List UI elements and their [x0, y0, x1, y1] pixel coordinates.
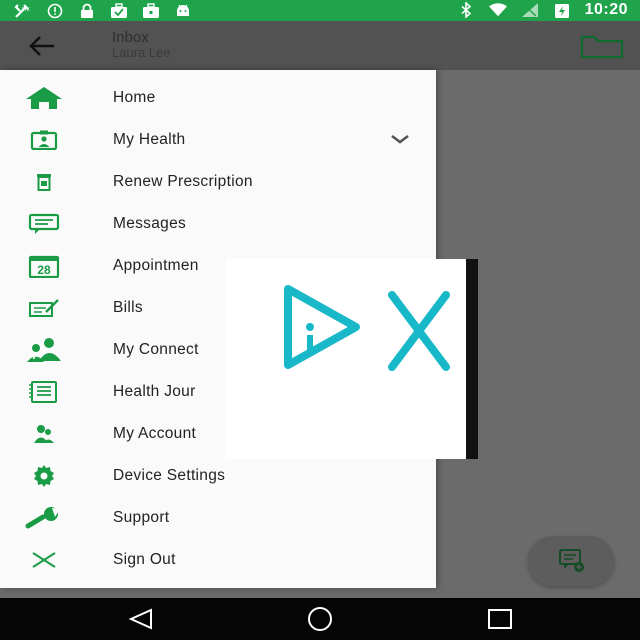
- svg-text:28: 28: [37, 263, 51, 277]
- menu-item-sign-out[interactable]: Sign Out: [0, 539, 436, 581]
- menu-item-label: Health Jour: [113, 383, 196, 400]
- lock-icon: [78, 2, 96, 19]
- health-id-icon: [22, 126, 66, 154]
- app-toolbar: Inbox Laura Lee: [0, 21, 640, 70]
- page-subtitle: Laura Lee: [112, 45, 171, 60]
- folder-icon[interactable]: [580, 33, 624, 59]
- overlay-card: [226, 259, 478, 459]
- prescription-icon: [22, 168, 66, 196]
- menu-item-label: Home: [113, 89, 156, 106]
- close-icon: [22, 546, 66, 574]
- menu-item-label: Renew Prescription: [113, 173, 253, 190]
- menu-item-label: Support: [113, 509, 170, 526]
- account-icon: [22, 420, 66, 448]
- battery-charging-icon: [553, 2, 571, 19]
- connections-icon: [22, 336, 66, 364]
- overlay-edge: [466, 259, 478, 459]
- recents-square-icon[interactable]: [486, 607, 514, 631]
- menu-item-label: My Connect: [113, 341, 199, 358]
- play-icon[interactable]: [278, 277, 368, 382]
- menu-item-home[interactable]: Home: [0, 77, 436, 119]
- status-time: 10:20: [584, 1, 628, 18]
- menu-item-label: Device Settings: [113, 467, 226, 484]
- page-title: Inbox: [112, 29, 149, 46]
- calendar-icon: 28: [22, 252, 66, 280]
- tools-icon: FIX: [14, 2, 32, 19]
- wifi-icon: [488, 2, 507, 19]
- home-icon: [22, 84, 66, 112]
- briefcase-check-icon: [110, 2, 128, 19]
- android-icon: [174, 2, 192, 19]
- compose-message-button[interactable]: [528, 536, 614, 586]
- close-icon[interactable]: [386, 291, 452, 376]
- alert-circle-icon: [46, 2, 64, 19]
- menu-item-label: Messages: [113, 215, 187, 232]
- status-bar: FIX 10:20: [0, 0, 640, 21]
- menu-item-label: Appointmen: [113, 257, 199, 274]
- wrench-icon: [22, 504, 66, 532]
- bag-icon: [142, 2, 160, 19]
- back-arrow-icon[interactable]: [26, 33, 58, 59]
- menu-item-device-settings[interactable]: Device Settings: [0, 455, 436, 497]
- menu-item-support[interactable]: Support: [0, 497, 436, 539]
- menu-item-label: My Account: [113, 425, 197, 442]
- menu-item-label: Sign Out: [113, 551, 176, 568]
- bluetooth-icon: [457, 2, 475, 19]
- svg-text:FIX: FIX: [22, 7, 30, 13]
- signal-icon: [521, 2, 539, 19]
- message-icon: [22, 210, 66, 238]
- menu-item-my-health[interactable]: My Health: [0, 119, 436, 161]
- bill-icon: [22, 294, 66, 322]
- menu-item-label: Bills: [113, 299, 143, 316]
- home-circle-icon[interactable]: [306, 607, 334, 631]
- system-nav-bar: [0, 598, 640, 640]
- menu-item-renew-prescription[interactable]: Renew Prescription: [0, 161, 436, 203]
- menu-item-messages[interactable]: Messages: [0, 203, 436, 245]
- gear-icon: [22, 462, 66, 490]
- back-triangle-icon[interactable]: [127, 607, 155, 631]
- chevron-down-icon[interactable]: [390, 131, 410, 147]
- journal-icon: [22, 378, 66, 406]
- menu-item-label: My Health: [113, 131, 186, 148]
